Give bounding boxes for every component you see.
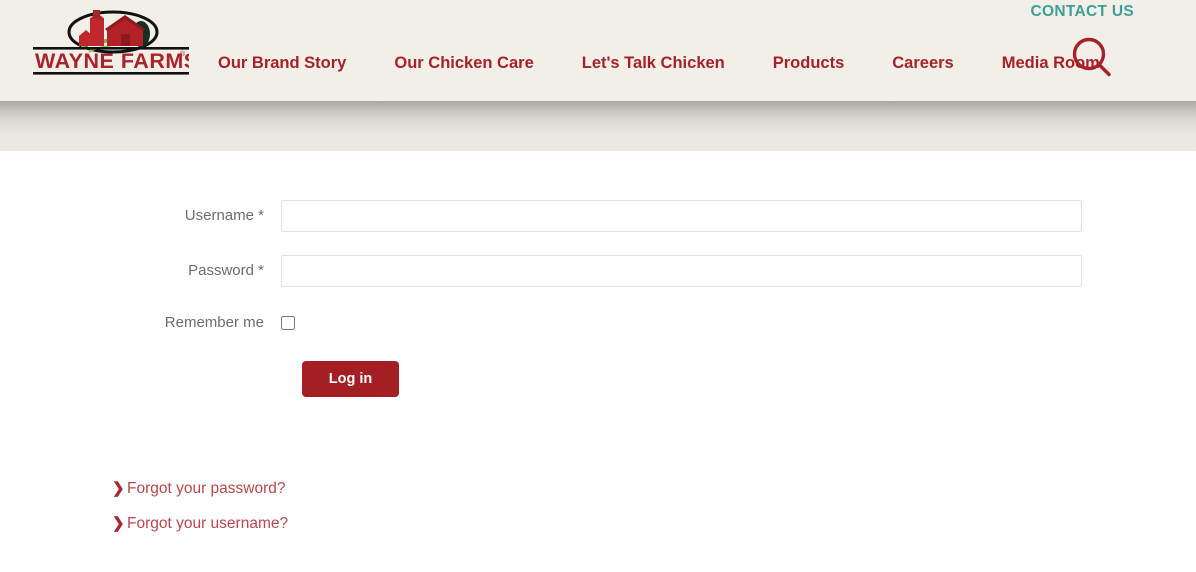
nav-careers[interactable]: Careers: [868, 50, 977, 76]
username-label: Username *: [184, 207, 264, 224]
search-button[interactable]: [1068, 34, 1114, 80]
forgot-password-row: ❯ Forgot your password?: [112, 471, 288, 506]
forgot-username-row: ❯ Forgot your username?: [112, 506, 288, 541]
username-input[interactable]: [281, 200, 1082, 232]
top-utility-bar: CONTACT US: [1031, 2, 1134, 22]
password-row: Password *: [0, 255, 1082, 287]
submit-row: Log in: [302, 361, 399, 397]
site-header: WAYNE FARMS ® CONTACT US Our Brand Story…: [0, 0, 1196, 101]
logo-registered-mark: ®: [180, 50, 186, 58]
nav-lets-talk-chicken[interactable]: Let's Talk Chicken: [558, 50, 749, 76]
nav-our-chicken-care[interactable]: Our Chicken Care: [370, 50, 557, 76]
log-in-button[interactable]: Log in: [302, 361, 399, 397]
remember-me-label: Remember me: [164, 314, 264, 331]
remember-me-row: Remember me: [0, 313, 295, 333]
chevron-right-icon: ❯: [112, 480, 125, 497]
password-input[interactable]: [281, 255, 1082, 287]
wayne-farms-logo[interactable]: WAYNE FARMS ®: [33, 6, 189, 76]
search-icon: [1072, 37, 1111, 77]
forgot-username-link[interactable]: Forgot your username?: [127, 515, 288, 533]
helper-links: ❯ Forgot your password? ❯ Forgot your us…: [112, 471, 288, 541]
nav-our-brand-story[interactable]: Our Brand Story: [218, 50, 370, 76]
contact-us-link[interactable]: CONTACT US: [1031, 3, 1134, 21]
logo-wordmark: WAYNE FARMS: [35, 49, 189, 73]
username-row: Username *: [0, 200, 1082, 232]
header-shadow-strip: [0, 101, 1196, 151]
remember-me-checkbox[interactable]: [281, 316, 295, 330]
forgot-password-link[interactable]: Forgot your password?: [127, 480, 286, 498]
logo-artwork: WAYNE FARMS ®: [33, 10, 189, 75]
main-content: Username * Password * Remember me Log in…: [0, 151, 1196, 572]
main-navigation: Our Brand Story Our Chicken Care Let's T…: [218, 50, 1124, 76]
nav-products[interactable]: Products: [749, 50, 869, 76]
password-label: Password *: [188, 262, 264, 279]
chevron-right-icon: ❯: [112, 515, 125, 532]
